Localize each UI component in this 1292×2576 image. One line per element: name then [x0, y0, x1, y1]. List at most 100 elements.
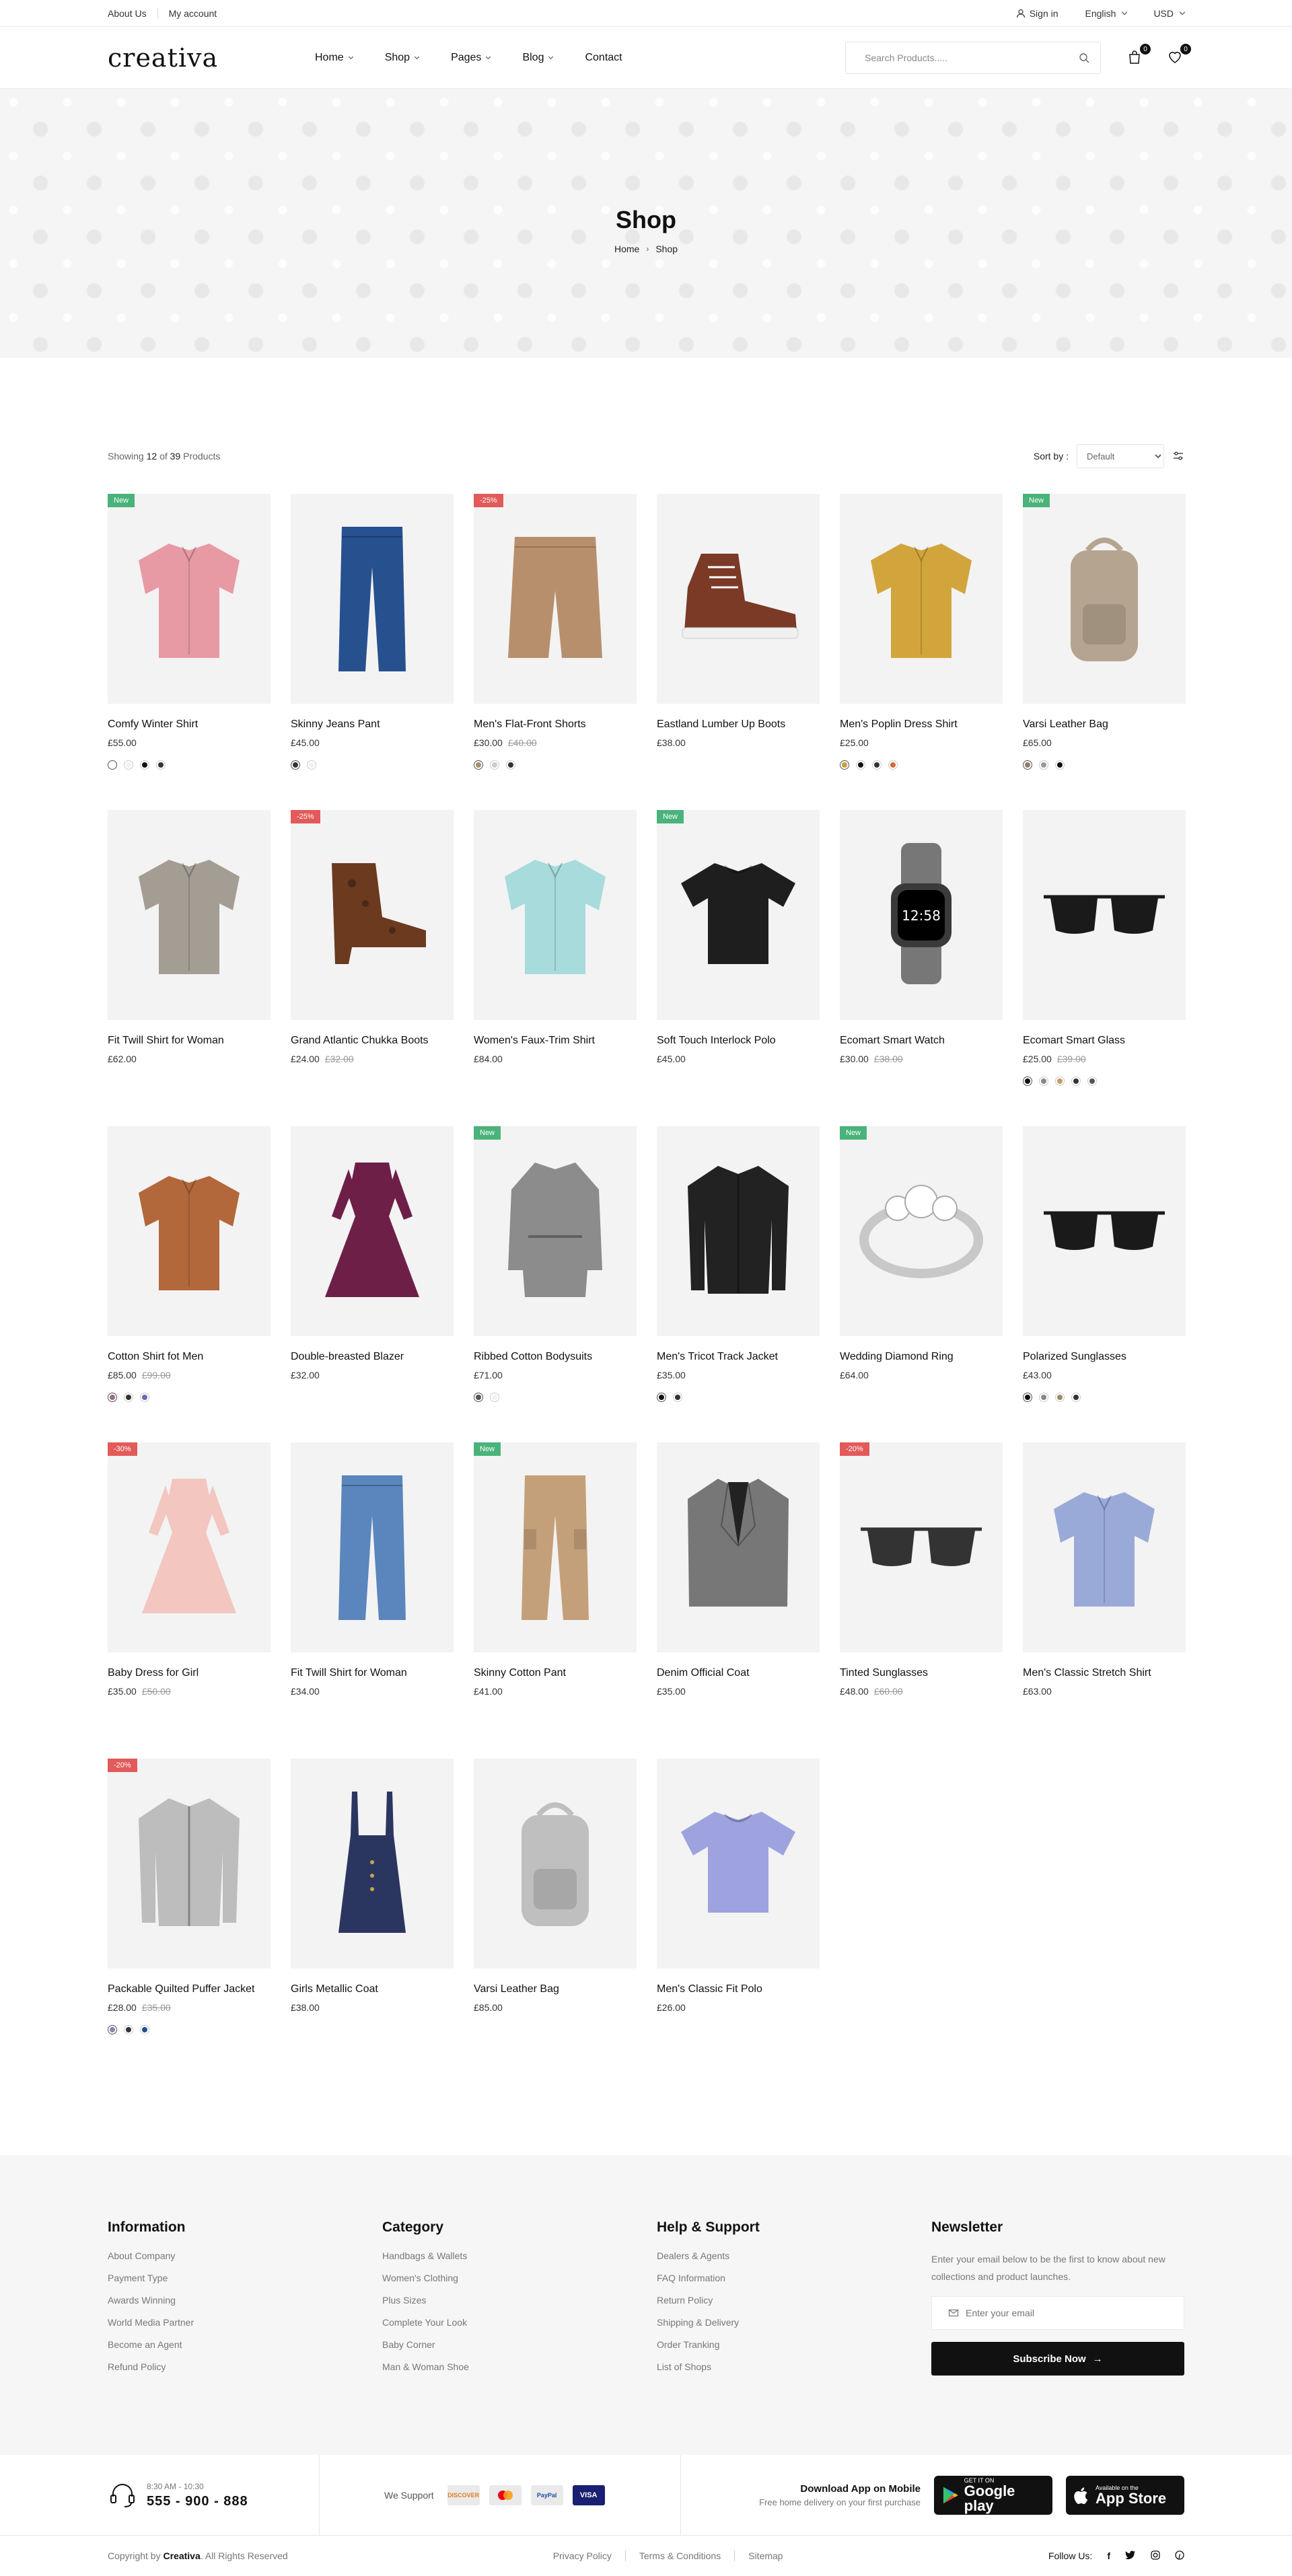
product-name[interactable]: Ecomart Smart Glass [1023, 1035, 1186, 1047]
color-swatch[interactable] [291, 760, 300, 770]
product-card[interactable]: Double-breasted Blazer £32.00 [291, 1126, 454, 1442]
color-swatch[interactable] [140, 1393, 149, 1402]
product-name[interactable]: Comfy Winter Shirt [108, 719, 271, 731]
product-name[interactable]: Soft Touch Interlock Polo [657, 1035, 820, 1047]
product-image[interactable] [474, 810, 637, 1020]
product-image[interactable]: -25% [291, 810, 454, 1020]
product-name[interactable]: Baby Dress for Girl [108, 1667, 271, 1679]
color-swatch[interactable] [156, 760, 166, 770]
color-swatch[interactable] [307, 760, 316, 770]
google-play-button[interactable]: GET IT ON Google play [934, 2476, 1052, 2515]
product-image[interactable]: New [474, 1442, 637, 1652]
color-swatch[interactable] [657, 1393, 666, 1402]
product-card[interactable]: -30% Baby Dress for Girl £35.00 £50.00 [108, 1442, 271, 1759]
product-card[interactable]: Fit Twill Shirt for Woman £34.00 [291, 1442, 454, 1759]
product-name[interactable]: Tinted Sunglasses [840, 1667, 1003, 1679]
my-account-link[interactable]: My account [157, 8, 228, 19]
product-name[interactable]: Varsi Leather Bag [474, 1983, 637, 1995]
product-name[interactable]: Eastland Lumber Up Boots [657, 719, 820, 731]
color-swatch[interactable] [490, 1393, 499, 1402]
logo[interactable]: creativa [108, 43, 315, 73]
product-image[interactable]: New [840, 1126, 1003, 1336]
facebook-icon[interactable]: f [1107, 2550, 1110, 2561]
product-card[interactable]: Eastland Lumber Up Boots £38.00 [657, 494, 820, 810]
color-swatch[interactable] [1087, 1076, 1097, 1086]
footer-link[interactable]: Complete Your Look [382, 2317, 657, 2328]
color-swatch[interactable] [1055, 1076, 1065, 1086]
footer-link[interactable]: Man & Woman Shoe [382, 2361, 657, 2372]
product-name[interactable]: Women's Faux-Trim Shirt [474, 1035, 637, 1047]
newsletter-email-input[interactable] [966, 2308, 1168, 2318]
footer-link[interactable]: Refund Policy [108, 2361, 382, 2372]
color-swatch[interactable] [124, 2025, 133, 2034]
support-phone[interactable]: 555 - 900 - 888 [147, 2494, 248, 2509]
product-card[interactable]: Men's Classic Stretch Shirt £63.00 [1023, 1442, 1186, 1759]
color-swatch[interactable] [506, 760, 515, 770]
language-selector[interactable]: English [1085, 8, 1128, 19]
nav-contact[interactable]: Contact [585, 52, 622, 64]
product-card[interactable]: -20% Tinted Sunglasses £48.00 £60.00 [840, 1442, 1003, 1759]
footer-link[interactable]: Baby Corner [382, 2339, 657, 2350]
color-swatch[interactable] [1023, 760, 1032, 770]
search-icon[interactable] [1079, 52, 1089, 63]
product-card[interactable]: Cotton Shirt fot Men £85.00 £99.00 [108, 1126, 271, 1442]
product-image[interactable]: -20% [108, 1759, 271, 1968]
product-name[interactable]: Cotton Shirt fot Men [108, 1351, 271, 1363]
nav-shop[interactable]: Shop [385, 52, 420, 64]
cart-button[interactable]: 0 [1126, 44, 1151, 67]
product-image[interactable] [1023, 1126, 1186, 1336]
product-name[interactable]: Double-breasted Blazer [291, 1351, 454, 1363]
product-card[interactable]: -25% Men's Flat-Front Shorts £30.00 £40.00 [474, 494, 637, 810]
color-swatch[interactable] [490, 760, 499, 770]
product-image[interactable] [291, 1759, 454, 1968]
product-image[interactable]: -30% [108, 1442, 271, 1652]
product-card[interactable]: New Skinny Cotton Pant £41.00 [474, 1442, 637, 1759]
color-swatch[interactable] [1039, 1393, 1048, 1402]
product-name[interactable]: Denim Official Coat [657, 1667, 820, 1679]
footer-link[interactable]: Dealers & Agents [657, 2250, 931, 2261]
product-image[interactable] [291, 1126, 454, 1336]
about-us-link[interactable]: About Us [108, 8, 157, 19]
product-name[interactable]: Men's Classic Stretch Shirt [1023, 1667, 1186, 1679]
product-image[interactable]: New [1023, 494, 1186, 704]
product-name[interactable]: Men's Flat-Front Shorts [474, 719, 637, 731]
color-swatch[interactable] [1055, 1393, 1065, 1402]
product-card[interactable]: Men's Tricot Track Jacket £35.00 [657, 1126, 820, 1442]
product-image[interactable] [657, 494, 820, 704]
product-card[interactable]: New Wedding Diamond Ring £64.00 [840, 1126, 1003, 1442]
product-image[interactable] [108, 1126, 271, 1336]
product-card[interactable]: Skinny Jeans Pant £45.00 [291, 494, 454, 810]
footer-link[interactable]: Handbags & Wallets [382, 2250, 657, 2261]
color-swatch[interactable] [673, 1393, 682, 1402]
product-image[interactable] [657, 1442, 820, 1652]
footer-link[interactable]: Become an Agent [108, 2339, 382, 2350]
footer-link[interactable]: Return Policy [657, 2295, 931, 2306]
color-swatch[interactable] [124, 1393, 133, 1402]
color-swatch[interactable] [140, 2025, 149, 2034]
twitter-icon[interactable] [1125, 2550, 1136, 2562]
color-swatch[interactable] [1071, 1076, 1081, 1086]
product-card[interactable]: Denim Official Coat £35.00 [657, 1442, 820, 1759]
product-card[interactable]: -25% Grand Atlantic Chukka Boots £24.00 £32… [291, 810, 454, 1126]
product-name[interactable]: Ribbed Cotton Bodysuits [474, 1351, 637, 1363]
color-swatch[interactable] [474, 1393, 483, 1402]
product-card[interactable]: 12:58 Ecomart Smart Watch £30.00 £38.00 [840, 810, 1003, 1126]
footer-link[interactable]: FAQ Information [657, 2273, 931, 2283]
footer-link[interactable]: About Company [108, 2250, 382, 2261]
product-name[interactable]: Skinny Jeans Pant [291, 719, 454, 731]
product-name[interactable]: Men's Tricot Track Jacket [657, 1351, 820, 1363]
footer-link[interactable]: Shipping & Delivery [657, 2317, 931, 2328]
footer-link[interactable]: Plus Sizes [382, 2295, 657, 2306]
color-swatch[interactable] [108, 760, 117, 770]
instagram-icon[interactable] [1151, 2550, 1160, 2562]
product-image[interactable] [474, 1759, 637, 1968]
product-card[interactable]: Women's Faux-Trim Shirt £84.00 [474, 810, 637, 1126]
product-image[interactable] [108, 810, 271, 1020]
product-image[interactable] [840, 494, 1003, 704]
wishlist-button[interactable]: 0 [1167, 44, 1191, 67]
product-image[interactable] [657, 1126, 820, 1336]
color-swatch[interactable] [1039, 760, 1048, 770]
product-card[interactable]: New Ribbed Cotton Bodysuits £71.00 [474, 1126, 637, 1442]
color-swatch[interactable] [108, 1393, 117, 1402]
product-name[interactable]: Men's Poplin Dress Shirt [840, 719, 1003, 731]
